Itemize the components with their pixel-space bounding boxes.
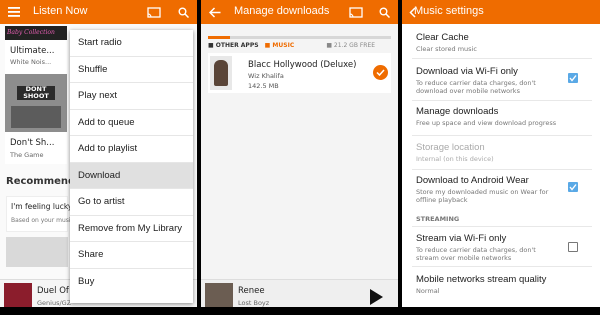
menu-item-go-to-artist[interactable]: Go to artist bbox=[70, 189, 193, 216]
menu-item-shuffle[interactable]: Shuffle bbox=[70, 57, 193, 83]
divider bbox=[412, 169, 592, 170]
album-artist: White Nois... bbox=[10, 58, 52, 66]
manage-downloads-screen: Manage downloads ■ OTHER APPS ■ MUSIC ■ … bbox=[201, 0, 398, 315]
album-art-text: Baby Collection bbox=[7, 29, 55, 36]
app-title: Music settings bbox=[414, 5, 484, 17]
album-title: Don't Sh... bbox=[10, 138, 55, 148]
setting-download-android-wear[interactable]: Download to Android Wear Store my downlo… bbox=[416, 175, 558, 204]
setting-subtitle: Clear stored music bbox=[416, 45, 477, 53]
divider bbox=[398, 0, 402, 315]
album-art: Baby Collection bbox=[5, 26, 67, 40]
download-artist: Wiz Khalifa bbox=[248, 72, 284, 80]
setting-title: Stream via Wi-Fi only bbox=[416, 233, 507, 244]
app-title: Manage downloads bbox=[234, 5, 330, 17]
downloaded-check-icon[interactable] bbox=[373, 65, 388, 80]
menu-item-remove-from-library[interactable]: Remove from My Library bbox=[70, 216, 193, 242]
legend-other-apps: OTHER APPS bbox=[215, 42, 259, 49]
setting-title: Manage downloads bbox=[416, 106, 499, 117]
recommendation-card[interactable]: I'm feeling lucky Based on your music bbox=[6, 196, 74, 232]
divider bbox=[0, 307, 600, 315]
section-header-streaming: STREAMING bbox=[416, 215, 460, 223]
download-wifi-only-checkbox[interactable] bbox=[568, 73, 578, 83]
storage-progress-bar bbox=[208, 36, 391, 39]
divider bbox=[412, 100, 592, 101]
setting-manage-downloads[interactable]: Manage downloads Free up space and view … bbox=[416, 106, 586, 127]
setting-subtitle: To reduce carrier data charges, don't st… bbox=[416, 246, 536, 262]
search-icon[interactable] bbox=[177, 5, 190, 19]
now-playing-artist: Lost Boyz bbox=[238, 299, 270, 307]
album-artist: The Game bbox=[10, 151, 44, 159]
card-art bbox=[6, 237, 68, 267]
album-title: Ultimate... bbox=[10, 46, 55, 56]
setting-title: Download via Wi-Fi only bbox=[416, 66, 518, 77]
storage-progress-fill bbox=[208, 36, 230, 39]
setting-storage-location: Storage location Internal (on this devic… bbox=[416, 142, 586, 163]
hamburger-menu-icon[interactable] bbox=[7, 5, 21, 19]
album-tile[interactable]: Baby Collection Ultimate... White Nois..… bbox=[5, 26, 67, 74]
menu-item-buy[interactable]: Buy bbox=[70, 269, 193, 296]
setting-subtitle: To reduce carrier data charges, don't do… bbox=[416, 79, 536, 95]
divider bbox=[412, 58, 592, 59]
app-bar: Music settings bbox=[402, 0, 600, 24]
stream-wifi-only-checkbox[interactable] bbox=[568, 242, 578, 252]
menu-item-add-to-playlist[interactable]: Add to playlist bbox=[70, 136, 193, 163]
back-arrow-icon[interactable] bbox=[208, 5, 222, 19]
screenshot: Listen Now Baby Collection Ultimate... W… bbox=[0, 0, 600, 315]
divider bbox=[412, 226, 592, 227]
now-playing-title: Renee bbox=[238, 286, 265, 296]
music-settings-screen: Music settings Clear Cache Clear stored … bbox=[402, 0, 600, 315]
album-art-text: DONT SHOOT bbox=[17, 86, 55, 100]
menu-item-download[interactable]: Download bbox=[70, 162, 193, 189]
setting-download-wifi-only[interactable]: Download via Wi-Fi only To reduce carrie… bbox=[416, 66, 556, 95]
listen-now-screen: Listen Now Baby Collection Ultimate... W… bbox=[0, 0, 197, 315]
menu-item-add-to-queue[interactable]: Add to queue bbox=[70, 110, 193, 136]
legend-music: MUSIC bbox=[272, 42, 295, 49]
context-menu: Start radio Shuffle Play next Add to que… bbox=[70, 30, 193, 303]
app-bar: Listen Now bbox=[0, 0, 197, 24]
menu-item-start-radio[interactable]: Start radio bbox=[70, 30, 193, 57]
download-item[interactable]: Blacc Hollywood (Deluxe) Wiz Khalifa 142… bbox=[208, 53, 391, 93]
setting-subtitle: Internal (on this device) bbox=[416, 155, 494, 163]
app-bar: Manage downloads bbox=[201, 0, 398, 24]
play-icon[interactable] bbox=[369, 289, 383, 309]
setting-title: Download to Android Wear bbox=[416, 175, 529, 186]
search-icon[interactable] bbox=[378, 5, 391, 19]
legend-free-space: 21.2 GB FREE bbox=[333, 42, 376, 49]
card-title: I'm feeling lucky bbox=[11, 202, 73, 211]
setting-clear-cache[interactable]: Clear Cache Clear stored music bbox=[416, 32, 586, 53]
menu-item-play-next[interactable]: Play next bbox=[70, 83, 193, 110]
album-art: DONT SHOOT bbox=[5, 74, 67, 132]
album-art bbox=[210, 56, 232, 90]
setting-subtitle: Store my downloaded music on Wear for of… bbox=[416, 188, 549, 204]
divider bbox=[412, 266, 592, 267]
album-tile[interactable]: DONT SHOOT Don't Sh... The Game bbox=[5, 74, 67, 164]
setting-subtitle: Normal bbox=[416, 287, 440, 295]
cast-icon[interactable] bbox=[146, 5, 162, 19]
setting-subtitle: Free up space and view download progress bbox=[416, 119, 557, 127]
card-subtitle: Based on your music bbox=[11, 217, 74, 224]
divider bbox=[412, 135, 592, 136]
setting-title: Clear Cache bbox=[416, 32, 469, 43]
cast-icon[interactable] bbox=[348, 5, 364, 19]
download-size: 142.5 MB bbox=[248, 82, 279, 90]
storage-legend: ■ OTHER APPS ■ MUSIC ■ 21.2 GB FREE bbox=[208, 42, 376, 49]
menu-item-share[interactable]: Share bbox=[70, 242, 193, 269]
setting-stream-quality[interactable]: Mobile networks stream quality Normal bbox=[416, 274, 586, 295]
divider bbox=[197, 0, 201, 315]
download-title: Blacc Hollywood (Deluxe) bbox=[248, 60, 357, 70]
section-title: Recommend bbox=[6, 176, 76, 187]
now-playing-artist: Genius/GZ bbox=[37, 299, 72, 307]
app-title: Listen Now bbox=[33, 5, 88, 17]
setting-stream-wifi-only[interactable]: Stream via Wi-Fi only To reduce carrier … bbox=[416, 233, 556, 262]
download-android-wear-checkbox[interactable] bbox=[568, 182, 578, 192]
setting-title: Mobile networks stream quality bbox=[416, 274, 547, 285]
setting-title: Storage location bbox=[416, 142, 485, 153]
